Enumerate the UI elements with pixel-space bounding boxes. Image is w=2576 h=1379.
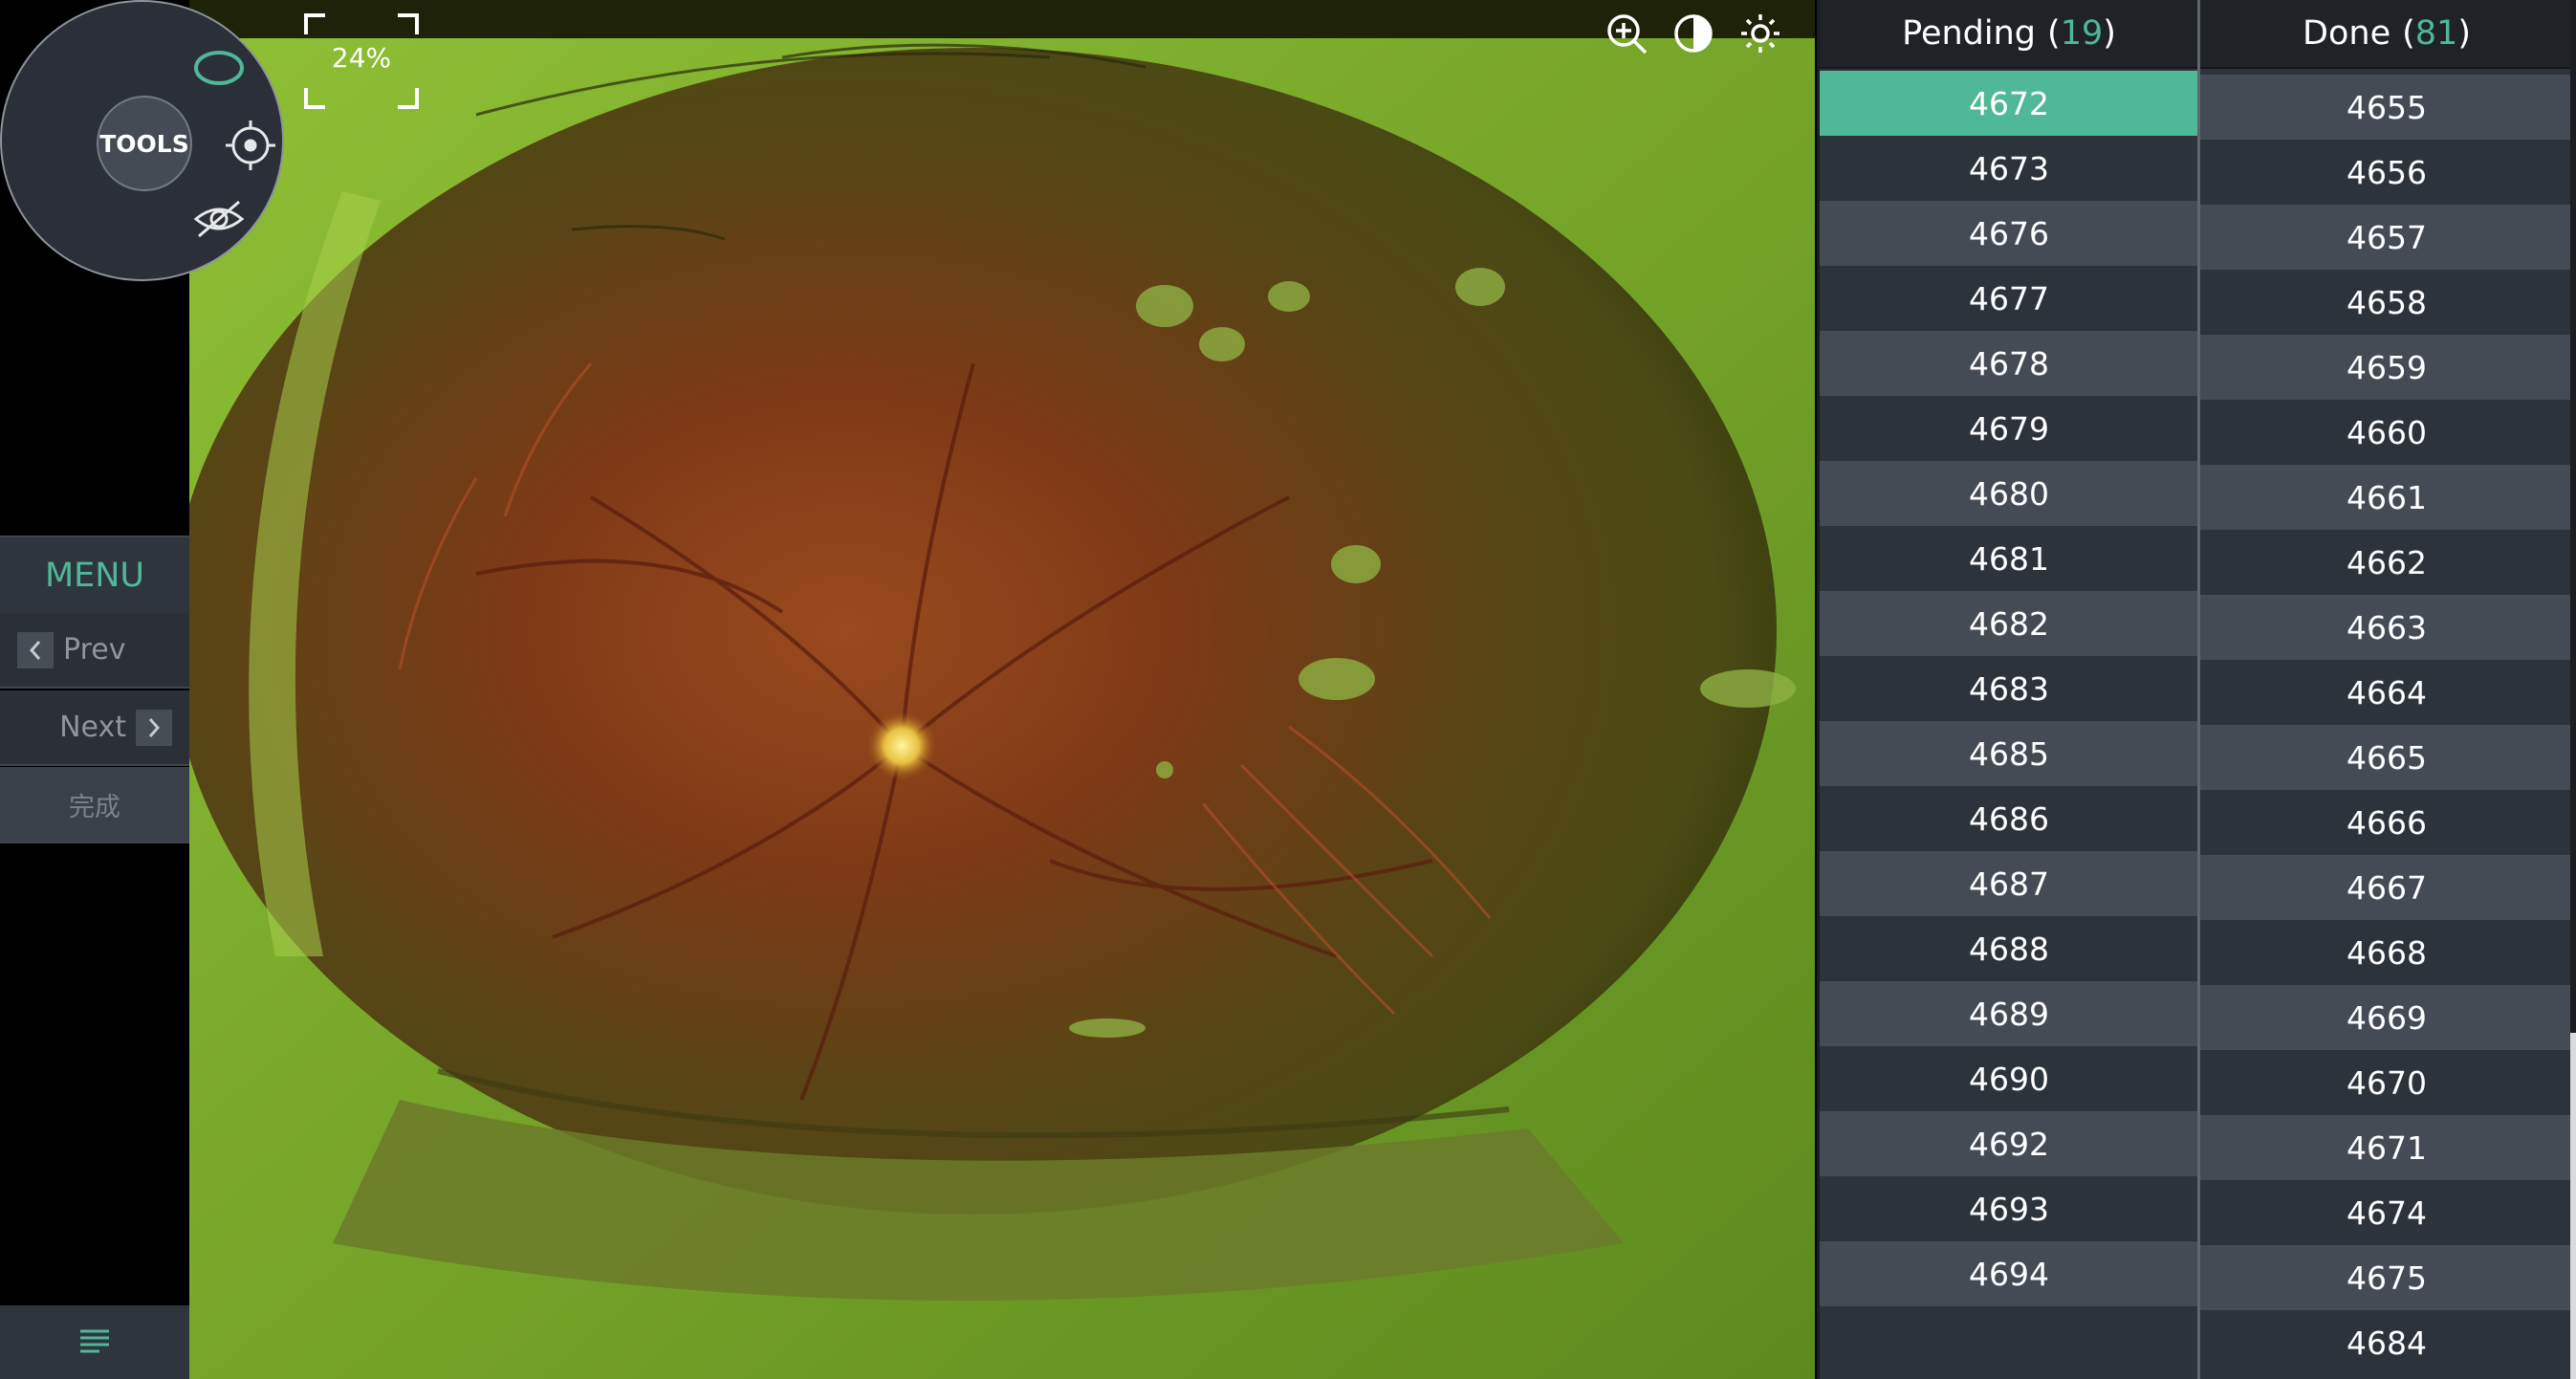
tools-button[interactable]: TOOLS [97, 96, 192, 191]
list-item[interactable]: 4655 [2200, 75, 2573, 140]
pending-list: Pending (19) 4672 4673 4676 4677 4678 4679 468… [1817, 0, 2198, 1379]
pending-header: Pending (19) [1820, 0, 2198, 69]
list-item[interactable]: 4684 [2200, 1310, 2573, 1375]
frame-corner [304, 13, 325, 34]
list-item[interactable]: 4665 [2200, 725, 2573, 790]
list-item[interactable]: 4680 [1820, 461, 2198, 526]
app-root: TOOLS 24% MENU Prev Next 完成 Pending (19… [0, 0, 2576, 1379]
fundus-image-viewer[interactable] [189, 0, 1815, 1379]
ellipse-icon[interactable] [193, 50, 245, 86]
list-item[interactable]: 4660 [2200, 400, 2573, 465]
list-item[interactable]: 4683 [1820, 656, 2198, 721]
list-item[interactable]: 4661 [2200, 465, 2573, 530]
zoom-indicator[interactable]: 24% [304, 13, 419, 109]
list-item[interactable]: 4689 [1820, 981, 2198, 1046]
list-item[interactable]: 4662 [2200, 530, 2573, 595]
frame-corner [398, 88, 419, 109]
list-item[interactable]: 4677 [1820, 266, 2198, 331]
list-item[interactable]: 4686 [1820, 786, 2198, 851]
chevron-left-icon [17, 631, 54, 668]
list-item[interactable]: 4667 [2200, 855, 2573, 920]
list-item[interactable]: 4687 [1820, 851, 2198, 916]
list-item[interactable]: 4666 [2200, 790, 2573, 855]
list-item[interactable]: 4658 [2200, 270, 2573, 335]
list-item[interactable]: 4663 [2200, 595, 2573, 660]
pending-rows: 4672 4673 4676 4677 4678 4679 4680 4681 4682 4683… [1820, 69, 2198, 1306]
menu-title: MENU [0, 536, 189, 613]
crosshair-icon[interactable] [224, 119, 277, 172]
zoom-in-icon[interactable] [1605, 11, 1648, 55]
menu-list-button[interactable] [0, 1305, 189, 1379]
list-item[interactable]: 4682 [1820, 591, 2198, 656]
done-paren-open: ( [2402, 14, 2415, 53]
zoom-level: 24% [331, 42, 392, 74]
fundus-image [189, 0, 1815, 1379]
pending-paren-close: ) [2103, 14, 2116, 53]
contrast-icon[interactable] [1671, 11, 1715, 55]
frame-corner [304, 88, 325, 109]
list-item[interactable]: 4694 [1820, 1241, 2198, 1306]
tools-wheel: TOOLS [0, 0, 284, 281]
done-paren-close: ) [2457, 14, 2471, 53]
list-item[interactable]: 4672 [1820, 71, 2198, 136]
done-list: Done (81) 4655 4656 4657 4658 4659 4660 4661 46… [2197, 0, 2573, 1379]
list-item[interactable]: 4678 [1820, 331, 2198, 396]
scrollbar-track[interactable] [2570, 0, 2576, 1033]
list-item[interactable]: 4668 [2200, 920, 2573, 985]
list-item[interactable]: 4692 [1820, 1111, 2198, 1176]
done-count: 81 [2414, 14, 2458, 53]
list-item[interactable]: 4681 [1820, 526, 2198, 591]
list-item[interactable]: 4664 [2200, 660, 2573, 725]
list-item[interactable]: 4657 [2200, 205, 2573, 270]
brightness-icon[interactable] [1738, 11, 1782, 55]
eye-slash-icon[interactable] [193, 198, 245, 240]
next-button[interactable]: Next [0, 690, 189, 766]
menu-list-icon [78, 1327, 111, 1358]
next-label: Next [59, 711, 126, 744]
list-item[interactable]: 4685 [1820, 721, 2198, 786]
list-item[interactable]: 4673 [1820, 136, 2198, 201]
pending-count: 19 [2060, 14, 2104, 53]
list-item[interactable]: 4676 [1820, 201, 2198, 266]
list-item[interactable]: 4669 [2200, 985, 2573, 1050]
done-title: Done [2303, 14, 2391, 53]
chevron-right-icon [136, 709, 172, 746]
list-item[interactable]: 4679 [1820, 396, 2198, 461]
prev-button[interactable]: Prev [0, 613, 189, 689]
list-item[interactable]: 4690 [1820, 1046, 2198, 1111]
list-item[interactable]: 4670 [2200, 1050, 2573, 1115]
list-item[interactable]: 4656 [2200, 140, 2573, 205]
done-header: Done (81) [2200, 0, 2573, 69]
list-item[interactable]: 4693 [1820, 1176, 2198, 1241]
pending-title: Pending [1902, 14, 2037, 53]
list-item[interactable]: 4675 [2200, 1245, 2573, 1310]
list-item[interactable]: 4659 [2200, 335, 2573, 400]
list-item[interactable]: 4674 [2200, 1180, 2573, 1245]
prev-label: Prev [63, 633, 126, 667]
frame-corner [398, 13, 419, 34]
list-item[interactable]: 4671 [2200, 1115, 2573, 1180]
scrollbar-thumb[interactable] [2570, 1033, 2576, 1379]
complete-button[interactable]: 完成 [0, 767, 189, 843]
list-item[interactable]: 4688 [1820, 916, 2198, 981]
pending-paren-open: ( [2047, 14, 2061, 53]
done-rows: 4655 4656 4657 4658 4659 4660 4661 4662 4663 4664… [2200, 69, 2573, 1375]
